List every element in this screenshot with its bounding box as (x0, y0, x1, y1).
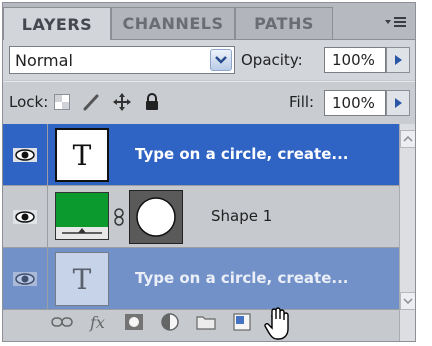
layer-name: Type on a circle, create... (135, 269, 349, 287)
new-layer-icon[interactable] (227, 307, 257, 337)
shape-fill-thumbnail (55, 192, 109, 240)
hand-cursor-icon (263, 307, 293, 341)
panel-tab-bar: LAYERS CHANNELS PATHS (3, 3, 415, 40)
eye-icon[interactable] (11, 268, 39, 290)
opacity-input[interactable]: 100% (324, 47, 386, 73)
lock-transparent-icon[interactable] (53, 93, 71, 111)
link-layers-icon[interactable] (47, 307, 77, 337)
chevron-down-icon[interactable] (210, 49, 232, 71)
type-thumb-letter: T (73, 263, 92, 296)
eye-icon[interactable] (11, 206, 39, 228)
type-thumb-letter: T (73, 139, 92, 172)
layers-scrollbar[interactable] (399, 124, 415, 341)
vector-mask-thumbnail (129, 190, 183, 244)
layer-row-shape-1[interactable]: Shape 1 (3, 186, 399, 248)
scroll-down-button[interactable] (400, 292, 415, 310)
blend-mode-select[interactable]: Normal (9, 46, 235, 74)
layer-style-icon[interactable]: fx (83, 307, 113, 337)
layers-panel: LAYERS CHANNELS PATHS Normal Opacity: 10… (2, 2, 416, 342)
svg-text:fx: fx (89, 313, 105, 332)
layer-name: Type on a circle, create... (135, 145, 349, 163)
layer-name: Shape 1 (211, 207, 273, 225)
type-layer-thumbnail: T (55, 252, 109, 306)
type-layer-thumbnail: T (55, 128, 109, 182)
fill-input[interactable]: 100% (324, 90, 386, 116)
adjustment-layer-icon[interactable] (155, 307, 185, 337)
lock-label: Lock: (9, 93, 49, 111)
layer-row-type-2-dragging[interactable]: T Type on a circle, create... (3, 248, 399, 310)
panel-menu-icon[interactable] (383, 12, 409, 32)
eye-icon[interactable] (11, 144, 39, 166)
opacity-label: Opacity: (241, 51, 303, 69)
fill-slider-button[interactable] (386, 90, 410, 116)
divider (47, 124, 48, 186)
link-chain-icon[interactable] (113, 208, 125, 230)
blend-opacity-row: Normal Opacity: 100% (3, 40, 415, 80)
scroll-up-button[interactable] (400, 130, 415, 148)
opacity-slider-button[interactable] (386, 47, 410, 73)
new-group-icon[interactable] (191, 307, 221, 337)
blend-mode-value: Normal (15, 50, 73, 70)
layer-mask-icon[interactable] (119, 307, 149, 337)
lock-fill-row: Lock: Fill: 100% (3, 81, 415, 125)
layer-row-type-1[interactable]: T Type on a circle, create... (3, 124, 399, 186)
tab-channels[interactable]: CHANNELS (111, 7, 235, 39)
tab-layers[interactable]: LAYERS (3, 7, 111, 40)
fill-label: Fill: (289, 93, 315, 111)
tab-paths[interactable]: PATHS (235, 7, 333, 39)
layers-footer-toolbar: fx (47, 305, 399, 339)
lock-all-icon[interactable] (143, 93, 161, 111)
divider (47, 186, 48, 248)
divider (47, 248, 48, 310)
lock-position-icon[interactable] (113, 93, 131, 111)
lock-image-icon[interactable] (83, 93, 101, 111)
